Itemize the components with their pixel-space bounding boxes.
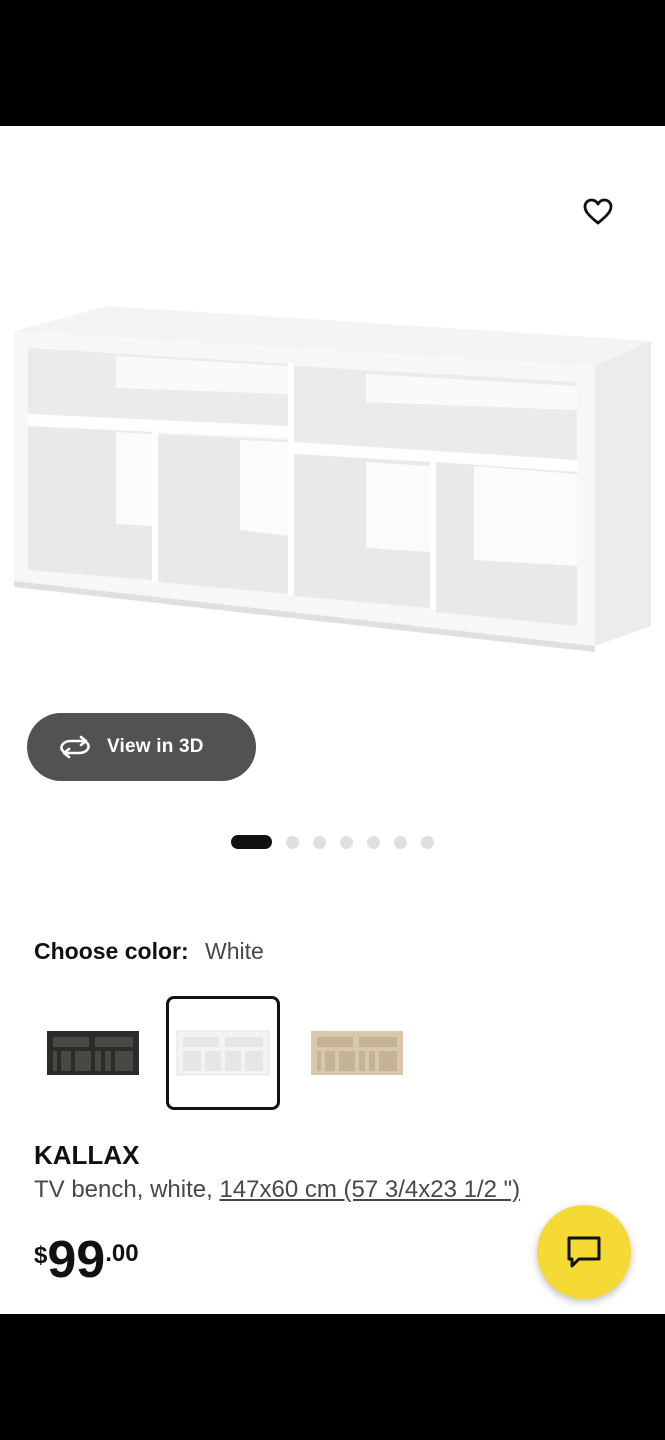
color-chooser-heading: Choose color: White bbox=[34, 938, 264, 965]
selected-color-value: White bbox=[205, 938, 264, 964]
color-swatch-white-stained-oak[interactable] bbox=[300, 996, 414, 1110]
chat-bubble-icon bbox=[567, 1236, 601, 1268]
carousel-dot-4[interactable] bbox=[340, 835, 353, 849]
image-carousel-dots bbox=[231, 834, 448, 850]
carousel-dot-5[interactable] bbox=[367, 835, 380, 849]
chat-button[interactable] bbox=[537, 1205, 631, 1299]
view-in-3d-button[interactable]: View in 3D bbox=[27, 713, 256, 781]
system-navigation-bar bbox=[0, 1314, 665, 1440]
carousel-dot-6[interactable] bbox=[394, 835, 407, 849]
favorite-button[interactable] bbox=[576, 192, 620, 232]
status-bar bbox=[0, 0, 665, 126]
kallax-black-brown-thumbnail bbox=[47, 1031, 139, 1075]
product-screen: View in 3D Choose color: White KALLAX TV… bbox=[0, 126, 665, 1314]
kallax-white-thumbnail bbox=[176, 1030, 270, 1076]
price-integer: 99 bbox=[47, 1231, 106, 1289]
carousel-dot-3[interactable] bbox=[313, 835, 326, 849]
view-in-3d-label: View in 3D bbox=[107, 736, 204, 757]
kallax-oak-thumbnail bbox=[311, 1031, 403, 1075]
color-swatch-white[interactable] bbox=[166, 996, 280, 1110]
product-price: $ 99 .00 bbox=[34, 1228, 139, 1292]
color-swatch-black-brown[interactable] bbox=[36, 996, 150, 1110]
product-description-text: TV bench, white, bbox=[34, 1176, 220, 1203]
rotate-3d-icon bbox=[60, 735, 90, 759]
product-measurement-link[interactable]: 147x60 cm (57 3/4x23 1/2 ") bbox=[219, 1176, 520, 1203]
carousel-dot-1[interactable] bbox=[231, 835, 272, 849]
carousel-dot-2[interactable] bbox=[286, 835, 299, 849]
carousel-dot-7[interactable] bbox=[421, 835, 434, 849]
price-currency: $ bbox=[34, 1242, 48, 1269]
color-chooser-label: Choose color: bbox=[34, 938, 189, 964]
heart-outline-icon bbox=[583, 198, 613, 225]
product-name: KALLAX bbox=[34, 1140, 140, 1170]
price-decimal: .00 bbox=[105, 1240, 139, 1267]
product-description: TV bench, white, 147x60 cm (57 3/4x23 1/… bbox=[34, 1176, 520, 1204]
